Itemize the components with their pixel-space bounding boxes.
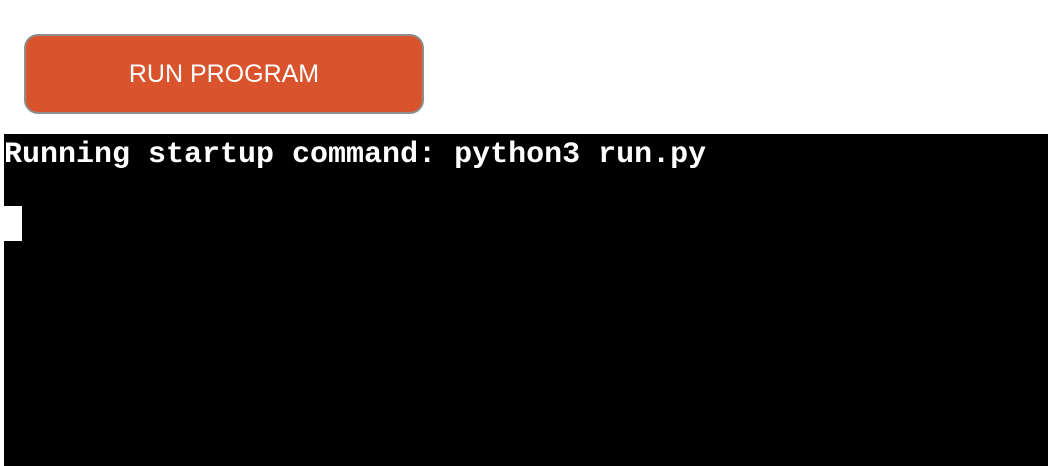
terminal[interactable]: Running startup command: python3 run.py — [4, 134, 1048, 466]
terminal-cursor — [4, 206, 22, 241]
page: RUN PROGRAM Running startup command: pyt… — [0, 0, 1048, 466]
run-program-button[interactable]: RUN PROGRAM — [24, 34, 424, 114]
terminal-line: Running startup command: python3 run.py — [4, 138, 707, 172]
